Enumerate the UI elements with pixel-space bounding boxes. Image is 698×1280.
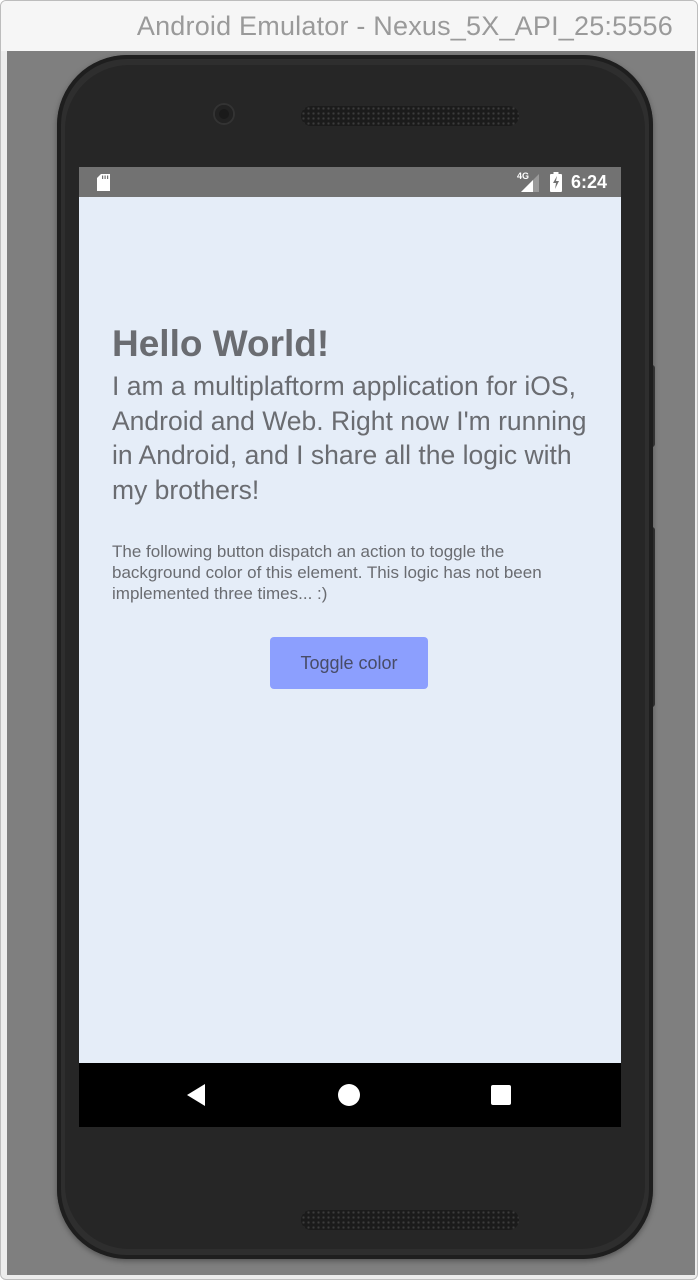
emulator-window: Android Emulator - Nexus_5X_API_25:5556 — [0, 0, 698, 1280]
app-content: Hello World! I am a multiplaftorm applic… — [112, 323, 592, 604]
top-speaker-grille — [301, 106, 519, 126]
intro-text: I am a multiplaftorm application for iOS… — [112, 371, 587, 505]
description-text: The following button dispatch an action … — [112, 542, 542, 603]
window-title-bar[interactable]: Android Emulator - Nexus_5X_API_25:5556 — [1, 1, 697, 51]
emulator-area: 4G 6:24 Hello World! I am a multiplaftor… — [7, 51, 695, 1275]
recents-icon[interactable] — [491, 1085, 511, 1105]
network-type-label: 4G — [517, 171, 530, 181]
window-title: Android Emulator - Nexus_5X_API_25:5556 — [136, 11, 673, 41]
sdcard-icon — [97, 174, 110, 191]
status-clock: 6:24 — [571, 172, 608, 192]
bottom-speaker-grille — [301, 1210, 519, 1230]
battery-charging-icon — [550, 172, 562, 192]
navigation-bar — [79, 1063, 621, 1127]
toggle-color-button[interactable]: Toggle color — [270, 637, 428, 689]
front-camera-icon — [215, 105, 233, 123]
device-screen: 4G 6:24 Hello World! I am a multiplaftor… — [79, 167, 621, 1127]
page-title: Hello World! — [112, 323, 330, 364]
status-bar[interactable]: 4G 6:24 — [79, 167, 621, 197]
home-icon[interactable] — [338, 1084, 360, 1106]
back-icon[interactable] — [185, 1083, 207, 1107]
